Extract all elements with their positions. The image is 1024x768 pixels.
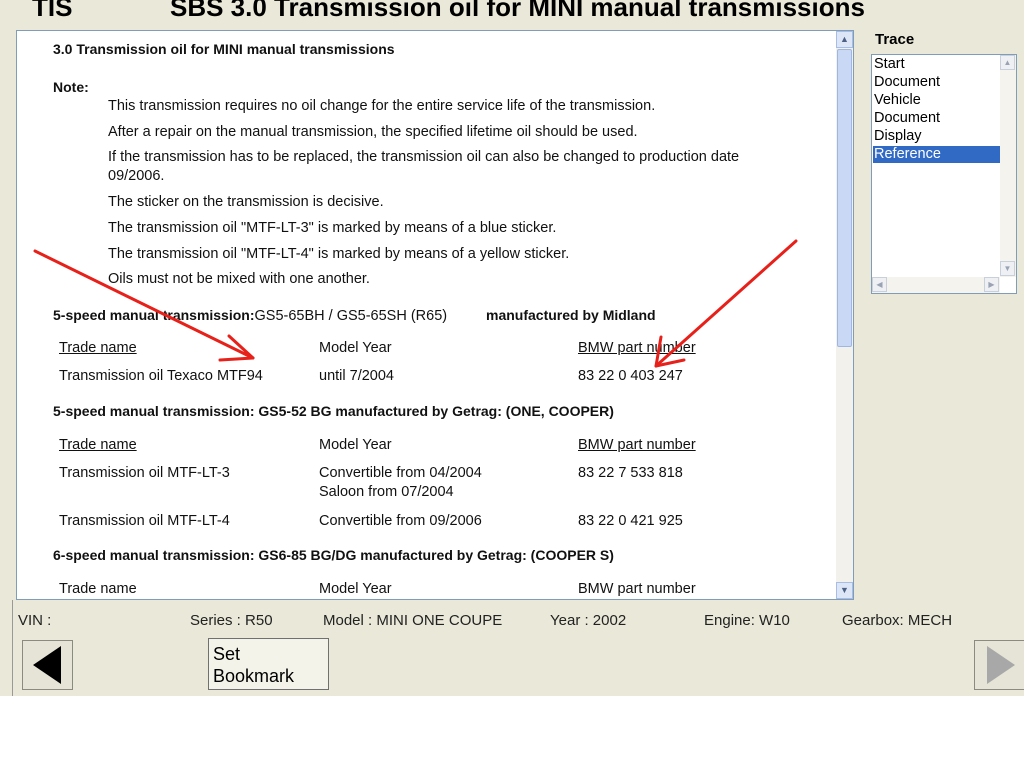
t2-r1-trade-name: Transmission oil MTF-LT-3 (59, 465, 230, 481)
col-part-number[interactable]: BMW part number (578, 340, 696, 356)
back-button[interactable] (22, 640, 73, 690)
back-triangle-icon (33, 646, 61, 684)
note-line-3: If the transmission has to be replaced, … (108, 149, 740, 165)
t1-trade-name: Transmission oil Texaco MTF94 (59, 368, 263, 384)
note-line-7: Oils must not be mixed with one another. (108, 271, 370, 287)
app-name: TIS (32, 0, 73, 22)
status-gearbox: Gearbox: MECH (842, 612, 953, 629)
scroll-down-icon[interactable]: ▼ (836, 582, 853, 599)
t2-r2-part-number: 83 22 0 421 925 (578, 513, 683, 529)
title-bar: TIS SBS 3.0 Transmission oil for MINI ma… (0, 0, 1024, 28)
section3-heading: 6-speed manual transmission: GS6-85 BG/D… (53, 547, 614, 563)
note-line-3b: 09/2006. (108, 168, 165, 184)
status-model: Model : MINI ONE COUPE (323, 612, 503, 629)
col-part-number-2[interactable]: BMW part number (578, 437, 696, 453)
trace-item-document-2[interactable]: Document (873, 110, 1000, 127)
trace-scroll-up-icon[interactable]: ▲ (1000, 55, 1015, 70)
t1-part-number: 83 22 0 403 247 (578, 368, 683, 384)
t2-r1-model-year-2: Saloon from 07/2004 (319, 484, 454, 500)
trace-item-start[interactable]: Start (873, 56, 1000, 73)
forward-button[interactable] (974, 640, 1024, 690)
trace-list[interactable]: Start Document Vehicle Document Display … (871, 54, 1017, 294)
page-title: SBS 3.0 Transmission oil for MINI manual… (170, 0, 865, 22)
trace-label: Trace (875, 31, 915, 48)
document-scrollbar[interactable]: ▲ ▼ (836, 31, 853, 599)
scroll-up-icon[interactable]: ▲ (836, 31, 853, 48)
status-series: Series : R50 (190, 612, 273, 629)
t2-r2-trade-name: Transmission oil MTF-LT-4 (59, 513, 230, 529)
t2-r1-part-number: 83 22 7 533 818 (578, 465, 683, 481)
trace-scroll-right-icon[interactable]: ▶ (984, 277, 999, 292)
col-model-year-2: Model Year (319, 437, 392, 453)
col-model-year-3: Model Year (319, 581, 392, 597)
trace-scroll-left-icon[interactable]: ◀ (872, 277, 887, 292)
scroll-thumb[interactable] (837, 49, 852, 347)
status-vin: VIN : (18, 612, 52, 629)
note-line-2: After a repair on the manual transmissio… (108, 124, 638, 140)
t1-model-year: until 7/2004 (319, 368, 394, 384)
trace-item-display[interactable]: Display (873, 128, 1000, 145)
trace-item-document[interactable]: Document (873, 74, 1000, 91)
vehicle-status-bar: VIN : Series : R50 Model : MINI ONE COUP… (0, 608, 1024, 634)
section1-model: GS5-65BH / GS5-65SH (R65) (254, 308, 448, 324)
trace-vscroll[interactable]: ▲ ▼ (1000, 55, 1016, 277)
status-year: Year : 2002 (550, 612, 627, 629)
note-line-4: The sticker on the transmission is decis… (108, 194, 384, 210)
trace-item-vehicle[interactable]: Vehicle (873, 92, 1000, 109)
section1-prefix: 5-speed manual transmission: (53, 307, 255, 323)
t2-r2-model-year: Convertible from 09/2006 (319, 513, 482, 529)
note-line-5: The transmission oil "MTF-LT-3" is marke… (108, 220, 557, 236)
trace-scroll-down-icon[interactable]: ▼ (1000, 261, 1015, 276)
document-content: 3.0 Transmission oil for MINI manual tra… (17, 31, 835, 599)
set-bookmark-button[interactable]: Set Bookmark (208, 638, 329, 690)
col-part-number-3: BMW part number (578, 581, 696, 597)
note-label: Note: (53, 79, 89, 95)
col-trade-name-2[interactable]: Trade name (59, 437, 137, 453)
col-trade-name[interactable]: Trade name (59, 340, 137, 356)
trace-hscroll[interactable]: ◀ ▶ (872, 277, 1000, 293)
note-line-1: This transmission requires no oil change… (108, 98, 656, 114)
section1-heading: 5-speed manual transmission:GS5-65BH / G… (53, 307, 447, 324)
forward-triangle-icon (987, 646, 1015, 684)
t2-r1-model-year: Convertible from 04/2004 (319, 465, 482, 481)
trace-item-reference[interactable]: Reference (873, 146, 1000, 163)
section2-heading: 5-speed manual transmission: GS5-52 BG m… (53, 403, 614, 419)
col-trade-name-3: Trade name (59, 581, 137, 597)
note-line-6: The transmission oil "MTF-LT-4" is marke… (108, 246, 570, 262)
col-model-year: Model Year (319, 340, 392, 356)
status-engine: Engine: W10 (704, 612, 790, 629)
section1-maker: manufactured by Midland (486, 307, 656, 323)
app-window: TIS SBS 3.0 Transmission oil for MINI ma… (0, 0, 1024, 696)
document-heading: 3.0 Transmission oil for MINI manual tra… (53, 41, 395, 57)
document-pane[interactable]: 3.0 Transmission oil for MINI manual tra… (16, 30, 854, 600)
